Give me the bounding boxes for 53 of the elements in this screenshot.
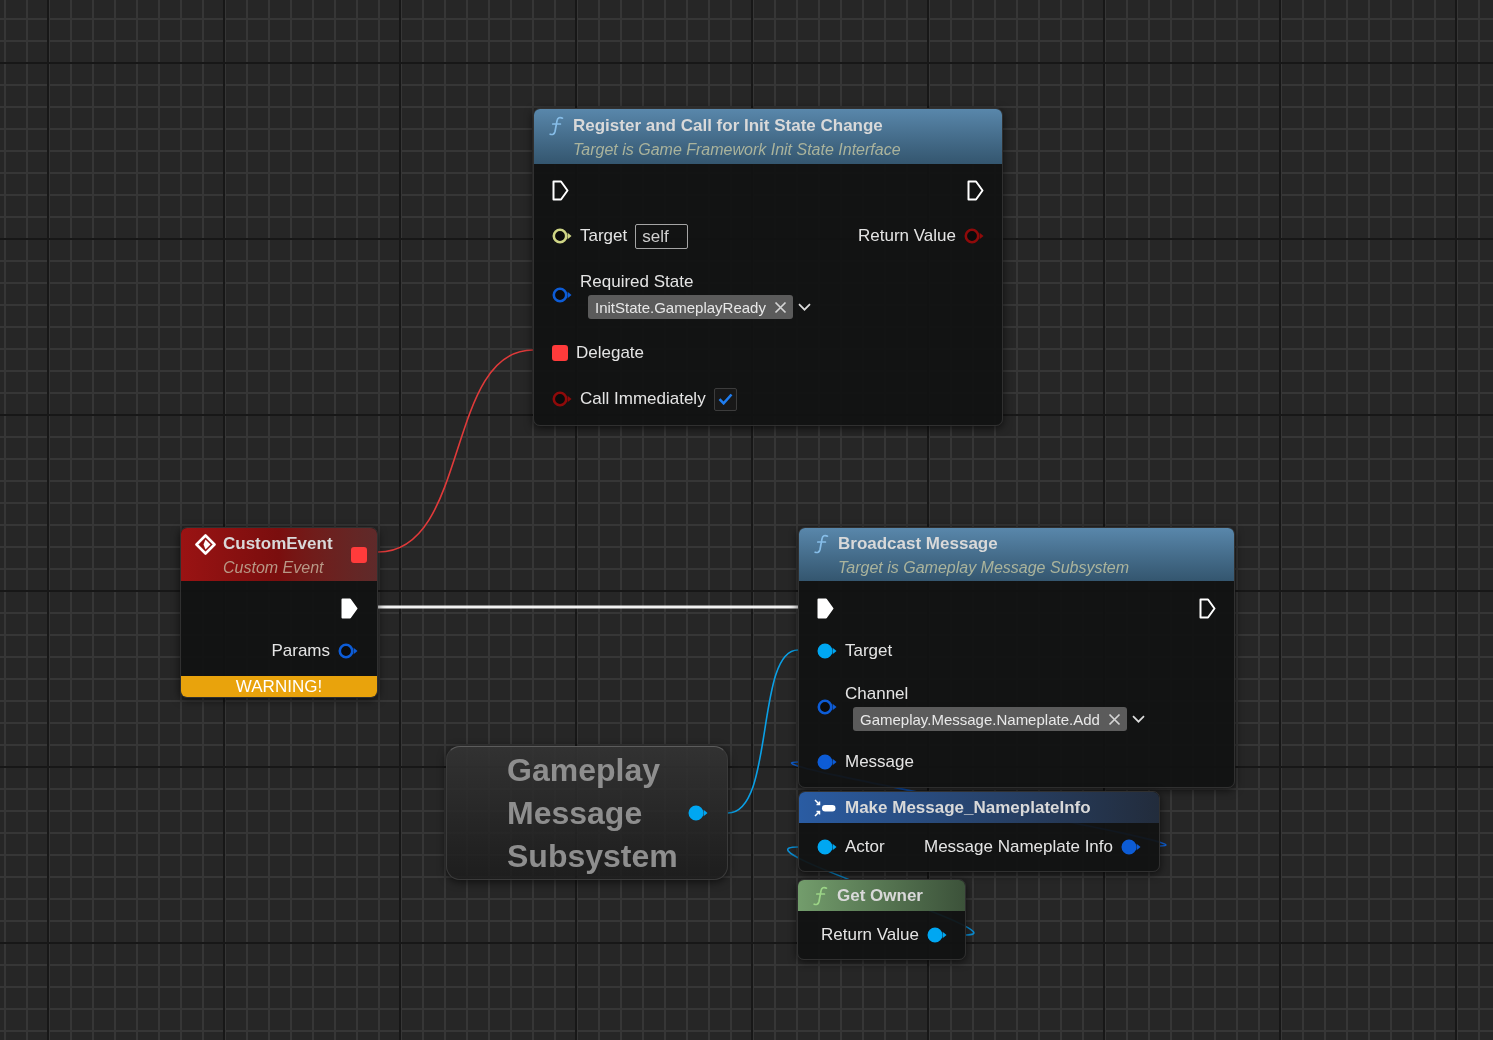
pin-label: Call Immediately (580, 388, 706, 410)
pin-label: Message (845, 751, 914, 773)
exec-arrow-icon[interactable] (1199, 597, 1216, 619)
node-title: Make Message_NameplateInfo (845, 796, 1091, 819)
function-icon (813, 885, 828, 906)
circle-pin-icon[interactable] (817, 839, 837, 855)
node-subtitle: Target is Game Framework Init State Interface (573, 140, 901, 160)
arrows-pill-icon (814, 798, 836, 817)
checkbox[interactable] (713, 387, 737, 411)
node-title: Register and Call for Init State Change (573, 115, 884, 137)
pin-label: Params (271, 640, 330, 662)
exec-arrow-icon[interactable] (817, 597, 834, 619)
text-field[interactable]: self (635, 223, 689, 249)
node-subtitle: Custom Event (223, 558, 325, 578)
exec-arrow-icon[interactable] (552, 179, 569, 201)
pin-label: Return Value (858, 225, 956, 247)
tag-chip[interactable]: Gameplay.Message.Nameplate.Add (853, 707, 1127, 731)
tag-chip[interactable]: InitState.GameplayReady (588, 295, 793, 319)
variable-node[interactable]: Gameplay Message Subsystem (446, 746, 728, 880)
pin-label: Return Value (821, 924, 919, 946)
blueprint-node[interactable]: Make Message_NameplateInfo Actor Message Nameplate Info (798, 791, 1160, 872)
circle-pin-icon[interactable] (817, 643, 837, 659)
pin-label: Message Nameplate Info (924, 836, 1113, 858)
chevron-down-icon[interactable] (797, 303, 811, 311)
circle-pin-icon[interactable] (688, 805, 708, 821)
pin-label: Required State (580, 271, 695, 293)
check-icon (717, 393, 733, 405)
node-title: Get Owner (837, 884, 923, 907)
blueprint-node[interactable]: CustomEvent Custom Event Params WARNING! (180, 527, 378, 698)
pin-label: Actor (845, 836, 885, 858)
close-icon[interactable] (773, 300, 787, 314)
node-subtitle: Target is Gameplay Message Subsystem (838, 558, 1130, 578)
pin-label: Delegate (576, 342, 645, 364)
chevron-down-icon[interactable] (1131, 715, 1145, 723)
node-title: CustomEvent (223, 533, 333, 555)
pin-label: Channel (845, 683, 910, 705)
square-pin-icon[interactable] (351, 546, 367, 563)
pin-label: Target (845, 640, 893, 662)
function-icon (549, 116, 564, 136)
function-icon (814, 534, 829, 554)
blueprint-node[interactable]: Register and Call for Init State Change Target is Game Framework Init State Interface Target self Required State InitState.GameplayReady Delegate Call Immediately Return Value (533, 108, 1003, 426)
exec-arrow-icon[interactable] (341, 597, 358, 619)
diamond-icon (195, 533, 216, 555)
pin-label: Target (580, 225, 628, 247)
circle-pin-icon[interactable] (927, 927, 947, 943)
blueprint-node[interactable]: Broadcast Message Target is Gameplay Message Subsystem Target Channel Gameplay.Message.Nameplate.Add Message (798, 527, 1235, 788)
blueprint-node[interactable]: Get Owner Return Value (797, 879, 966, 960)
circle-pin-icon[interactable] (552, 228, 572, 244)
warning-banner: WARNING! (181, 676, 377, 697)
node-title: Broadcast Message (838, 533, 999, 555)
exec-arrow-icon[interactable] (967, 179, 984, 201)
close-icon[interactable] (1107, 712, 1121, 726)
variable-name: Gameplay Message Subsystem (507, 750, 679, 876)
